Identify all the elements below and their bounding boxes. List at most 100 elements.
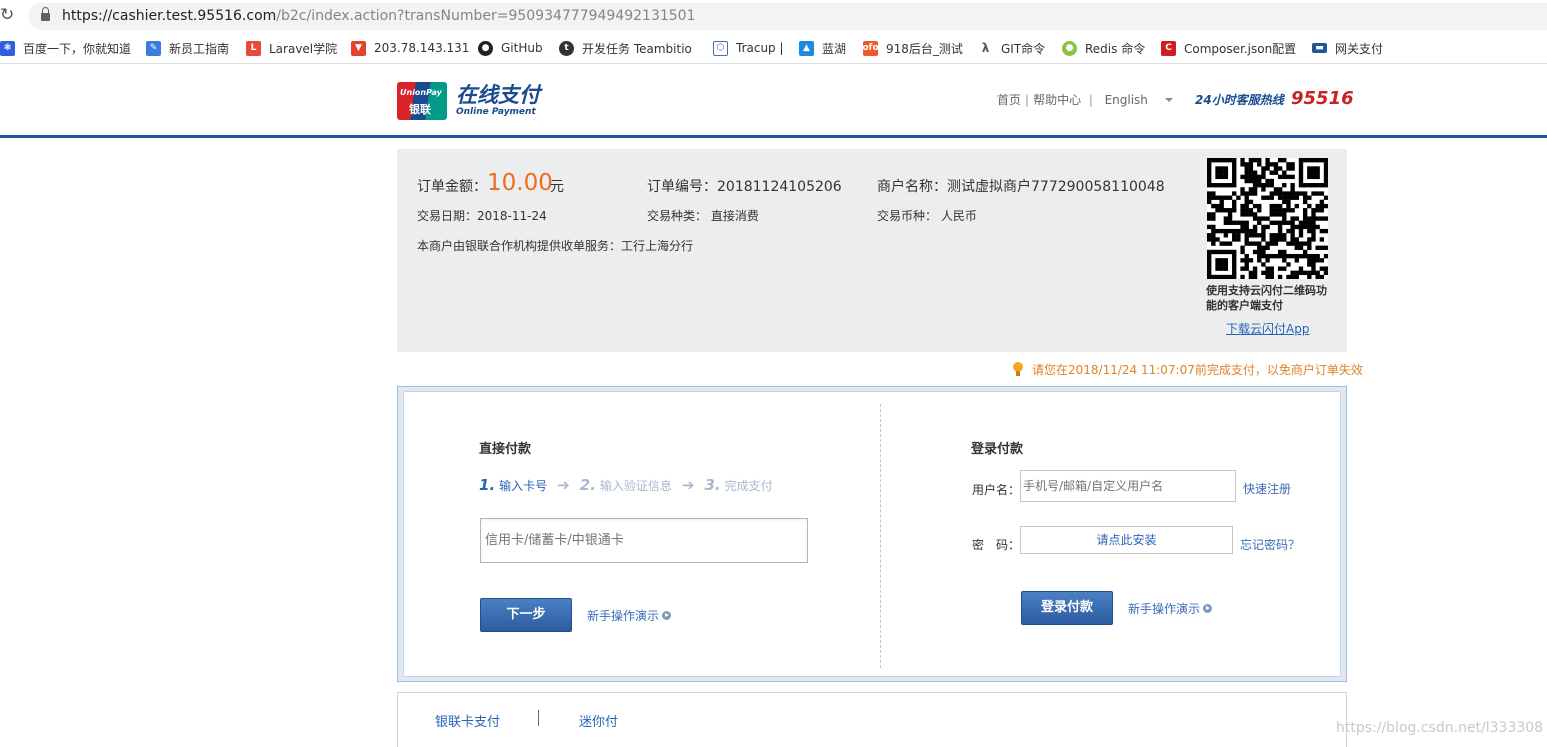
baidu-paw-icon: ❃ [0,40,15,56]
qr-module [1311,220,1316,225]
qr-module [1240,162,1245,167]
qr-module [1261,195,1266,200]
qr-module [1215,203,1220,209]
qr-module [1286,162,1291,167]
qr-module [1240,203,1245,209]
password-install-prompt[interactable]: 请点此安装 [1020,526,1233,554]
qr-module [1269,170,1274,175]
play-icon [1203,604,1213,613]
bookmark-laravel[interactable]: L Laravel学院 [246,40,337,56]
language-select[interactable]: English [1105,93,1148,107]
qr-module [1232,158,1237,163]
bookmark-github[interactable]: ● GitHub [478,40,543,56]
qr-module [1248,233,1254,238]
qr-module [1277,249,1283,255]
url-field[interactable]: https://cashier.test.95516.com/b2c/index… [28,3,1547,30]
register-link[interactable]: 快速注册 [1243,480,1291,497]
bookmark-teambition[interactable]: t 开发任务 Teambitio [559,40,697,56]
qr-module [1211,212,1216,217]
demo-link-label: 新手操作演示 [587,609,660,623]
qr-module [1227,208,1233,213]
qr-module [1211,158,1216,163]
chevron-down-icon[interactable] [1165,98,1173,102]
next-step-button[interactable]: 下一步 [480,598,572,632]
bookmark-baidu[interactable]: ❃ 百度一下，你就知道 [0,40,131,56]
qr-module [1311,270,1316,276]
qr-module [1252,170,1258,175]
demo-link-label: 新手操作演示 [1128,602,1201,616]
qr-module [1319,258,1325,263]
bookmark-gateway-pay[interactable]: ▬ 网关支付 [1312,40,1383,56]
lock-icon[interactable] [41,7,50,21]
qr-module [1211,237,1216,242]
qr-module [1282,170,1287,175]
qr-module [1232,174,1237,180]
bookmark-redis[interactable]: ● Redis 命令 [1062,40,1145,56]
qr-module [1223,216,1229,221]
bookmark-label: GitHub [501,41,543,55]
qr-module [1307,258,1312,263]
username-input[interactable] [1020,470,1236,502]
bookmark-tracup[interactable]: ⬡ Tracup | [713,40,784,56]
qr-module [1315,224,1320,230]
qr-module [1207,170,1212,175]
qr-module [1269,178,1274,184]
nav-help-link[interactable]: 帮助中心 [1033,93,1081,107]
nav-home-link[interactable]: 首页 [997,93,1021,107]
qr-module [1302,183,1308,188]
bookmark-git[interactable]: λ GIT命令 [978,40,1045,56]
direct-pay-demo-link[interactable]: 新手操作演示 [587,607,672,624]
acquirer-info: 本商户由银联合作机构提供收单服务：工行上海分行 [417,239,694,253]
tracup-icon: ⬡ [713,40,728,56]
payment-method-tabs: 银联卡支付 迷你付 [397,692,1347,747]
qr-module [1252,212,1258,217]
forgot-password-link[interactable]: 忘记密码？ [1240,536,1300,553]
qr-module [1232,208,1237,213]
bookmark-composer[interactable]: C Composer.json配置 [1161,40,1296,56]
qr-module [1307,170,1312,175]
tab-union-card-pay[interactable]: 银联卡支付 [435,711,500,730]
qr-module [1252,191,1258,196]
qr-module [1207,158,1212,163]
qr-module [1273,208,1279,213]
qr-module [1240,212,1245,217]
qr-module [1265,178,1270,184]
qr-module [1307,166,1312,171]
bookmark-918[interactable]: ofo 918后台_测试 [862,40,963,56]
login-pay-button[interactable]: 登录付款 [1021,591,1113,625]
qr-module [1227,183,1233,188]
qr-module [1219,266,1224,271]
qr-module [1269,241,1274,246]
direct-pay-steps: 1. 输入卡号 ➔ 2. 输入验证信息 ➔ 3. 完成支付 [479,475,773,495]
qr-module [1223,249,1229,255]
qr-module [1215,258,1220,263]
qr-module [1282,233,1287,238]
qr-module [1265,258,1270,263]
qr-module [1244,199,1249,205]
reload-icon[interactable]: ↻ [0,5,16,25]
login-pay-demo-link[interactable]: 新手操作演示 [1128,600,1213,617]
bookmark-lanhu[interactable]: ▲ 蓝湖 [799,40,846,56]
bookmark-ip[interactable]: ▼ 203.78.143.131 [351,40,469,56]
qr-module [1244,253,1249,259]
qr-module [1307,228,1312,234]
bookmark-new-employee[interactable]: ✎ 新员工指南 [146,40,229,56]
qr-module [1319,203,1325,209]
qr-module [1265,274,1270,280]
qr-code-image [1207,158,1329,280]
qr-module [1282,183,1287,188]
qr-module [1294,274,1299,280]
qr-module [1265,216,1270,221]
qr-module [1302,216,1308,221]
qr-module [1315,208,1320,213]
header-divider [0,135,1547,138]
qr-module [1273,203,1279,209]
qr-module [1252,174,1258,180]
qr-module [1261,270,1266,276]
qr-module [1240,249,1245,255]
download-app-link[interactable]: 下载云闪付App [1226,320,1309,337]
card-number-input[interactable] [480,518,808,563]
tab-mini-pay[interactable]: 迷你付 [579,711,618,730]
qr-module [1298,183,1304,188]
qr-module [1307,220,1312,225]
